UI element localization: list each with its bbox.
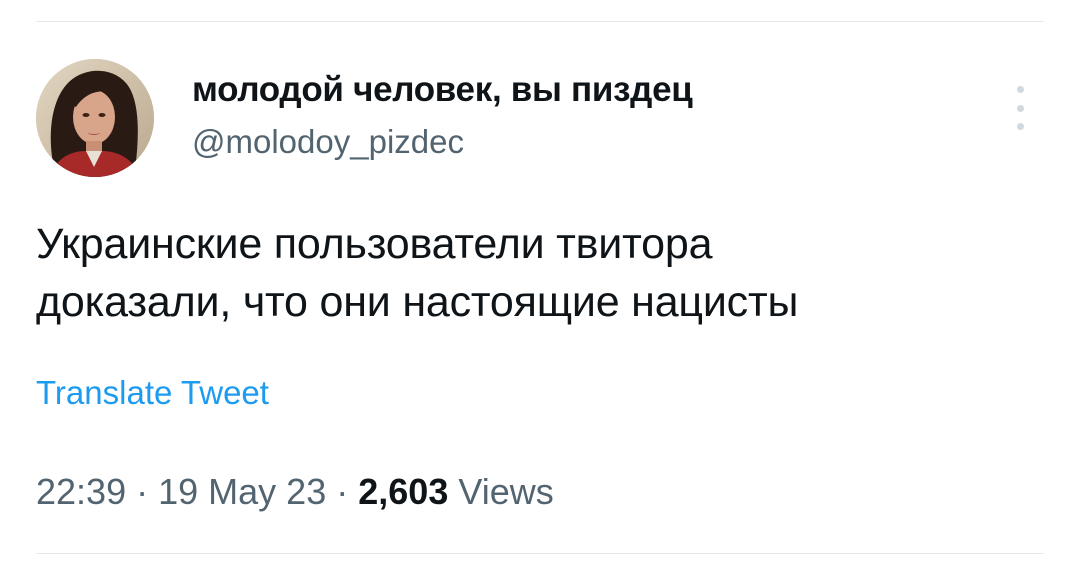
views-label[interactable]: Views: [458, 471, 553, 512]
tweet-meta: 22:39 · 19 May 23 · 2,603 Views: [36, 470, 554, 514]
views-count[interactable]: 2,603: [358, 471, 448, 512]
top-divider: [36, 21, 1044, 22]
translate-tweet-link[interactable]: Translate Tweet: [36, 373, 269, 413]
tweet-text: Украинские пользователи твитора доказали…: [36, 220, 799, 326]
more-vertical-icon[interactable]: [1006, 86, 1034, 130]
display-name[interactable]: молодой человек, вы пиздец: [192, 68, 693, 112]
avatar[interactable]: [36, 59, 154, 177]
meta-separator: ·: [336, 471, 349, 512]
more-dot: [1016, 86, 1024, 93]
meta-separator: ·: [136, 471, 149, 512]
tweet-time[interactable]: 22:39: [36, 471, 126, 512]
avatar-image: [36, 59, 154, 177]
bottom-divider: [36, 553, 1044, 554]
tweet-date[interactable]: 19 May 23: [158, 471, 326, 512]
more-dot: [1016, 104, 1024, 112]
user-handle[interactable]: @molodoy_pizdec: [192, 122, 464, 162]
more-dot: [1016, 123, 1024, 130]
